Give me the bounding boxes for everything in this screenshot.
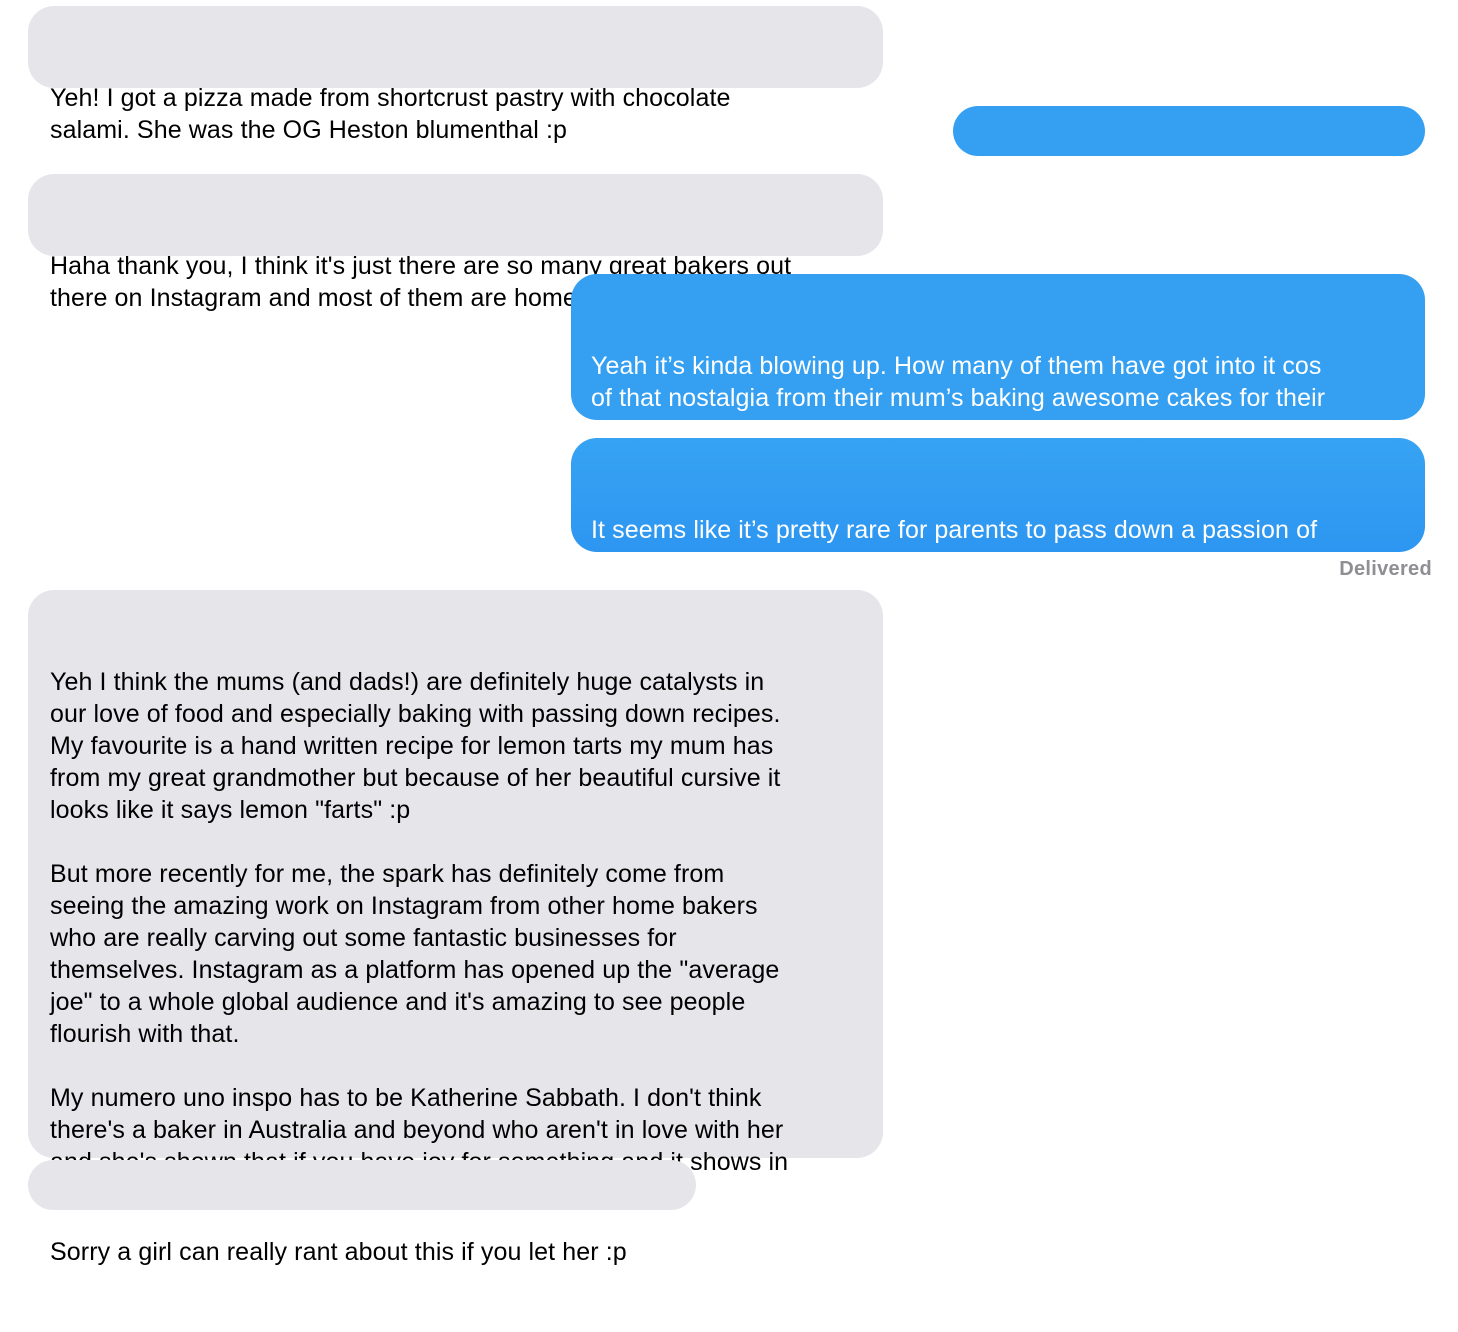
delivered-status: Delivered [1339, 558, 1432, 580]
bubble-tail [19, 1132, 45, 1158]
message-text: Yeh! I got a pizza made from shortcrust … [50, 84, 731, 144]
message-bubble-incoming[interactable]: Haha thank you, I think it's just there … [28, 174, 883, 312]
bubble-tail [19, 230, 45, 256]
message-text: Sorry a girl can really rant about this … [50, 1238, 627, 1266]
message-text: Yeh I think the mums (and dads!) are def… [50, 666, 863, 1210]
message-bubble-outgoing[interactable]: haha classic. Good ol’ mumsy hey!? [953, 106, 1425, 212]
bubble-tail [19, 1184, 45, 1210]
message-bubble-incoming[interactable]: Yeh! I got a pizza made from shortcrust … [28, 6, 883, 144]
bubble-tail [1408, 394, 1434, 420]
bubble-tail [1408, 526, 1434, 552]
bubble-tail [19, 62, 45, 88]
message-text: haha classic. Good ol’ mumsy hey!? [973, 184, 1376, 212]
message-bubble-outgoing[interactable]: Yeah it’s kinda blowing up. How many of … [571, 274, 1425, 476]
message-body: Yeh I think the mums (and dads!) are def… [50, 668, 789, 1208]
message-bubble-incoming[interactable]: Yeh I think the mums (and dads!) are def… [28, 590, 883, 1208]
bubble-tail [1408, 130, 1434, 156]
message-bubble-incoming[interactable]: Sorry a girl can really rant about this … [28, 1160, 696, 1266]
message-bubble-outgoing[interactable]: It seems like it’s pretty rare for paren… [571, 438, 1425, 608]
